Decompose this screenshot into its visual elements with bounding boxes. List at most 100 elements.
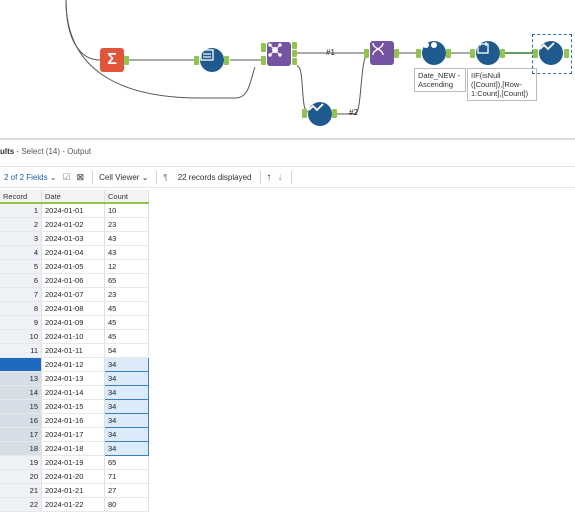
record-cell[interactable]: 10 <box>0 329 42 344</box>
table-row[interactable]: 9 2024-01-09 45 <box>0 315 149 330</box>
join-left-anchor[interactable] <box>261 43 266 52</box>
date-cell[interactable]: 2024-01-03 <box>41 231 105 246</box>
sort-tool[interactable] <box>422 41 446 65</box>
select-output-in-anchor[interactable] <box>533 49 538 58</box>
record-cell[interactable]: 21 <box>0 483 42 498</box>
table-row[interactable]: 8 2024-01-08 45 <box>0 301 149 316</box>
date-cell[interactable]: 2024-01-17 <box>41 427 105 442</box>
column-header-date[interactable]: Date <box>41 190 105 204</box>
results-grid[interactable]: Record Date Count 1 2024-01-01 10 2 2024-01-… <box>0 190 149 512</box>
date-cell[interactable]: 2024-01-12 <box>41 357 105 372</box>
arrow-up-icon[interactable]: ↑ <box>267 172 272 183</box>
record-cell[interactable]: 1 <box>0 203 42 218</box>
date-cell[interactable]: 2024-01-18 <box>41 441 105 456</box>
date-cell[interactable]: 2024-01-20 <box>41 469 105 484</box>
record-cell[interactable]: 11 <box>0 343 42 358</box>
table-row[interactable]: 22 2024-01-22 80 <box>0 497 149 512</box>
record-cell[interactable]: 7 <box>0 287 42 302</box>
table-row[interactable]: 4 2024-01-04 43 <box>0 245 149 260</box>
cell-viewer-dropdown[interactable]: Cell Viewer ⌄ <box>99 173 148 182</box>
count-cell[interactable]: 34 <box>104 385 149 400</box>
fields-dropdown[interactable]: 2 of 2 Fields ⌄ <box>4 173 57 182</box>
table-row[interactable]: 10 2024-01-10 45 <box>0 329 149 344</box>
date-cell[interactable]: 2024-01-14 <box>41 385 105 400</box>
table-row[interactable]: 13 2024-01-13 34 <box>0 371 149 386</box>
join-output-j-anchor[interactable] <box>292 50 297 57</box>
formula-input-in-anchor[interactable] <box>194 56 199 65</box>
arrow-down-icon[interactable]: ↓ <box>278 172 283 183</box>
date-cell[interactable]: 2024-01-08 <box>41 301 105 316</box>
sort-in-anchor[interactable] <box>416 49 421 58</box>
count-cell[interactable]: 34 <box>104 427 149 442</box>
count-cell[interactable]: 54 <box>104 343 149 358</box>
record-cell[interactable]: 19 <box>0 455 42 470</box>
count-cell[interactable]: 45 <box>104 329 149 344</box>
date-cell[interactable]: 2024-01-05 <box>41 259 105 274</box>
count-cell[interactable]: 34 <box>104 357 149 372</box>
join-output-l-anchor[interactable] <box>292 42 297 49</box>
count-cell[interactable]: 45 <box>104 301 149 316</box>
join-right-anchor[interactable] <box>261 56 266 65</box>
table-row[interactable]: 16 2024-01-16 34 <box>0 413 149 428</box>
pane-divider[interactable] <box>0 138 575 140</box>
formula-input-tool[interactable] <box>200 48 224 72</box>
date-cell[interactable]: 2024-01-21 <box>41 483 105 498</box>
table-row[interactable]: 12 2024-01-12 34 <box>0 357 149 372</box>
record-cell[interactable]: 20 <box>0 469 42 484</box>
record-cell[interactable]: 9 <box>0 315 42 330</box>
count-cell[interactable]: 43 <box>104 245 149 260</box>
select-tool[interactable] <box>308 102 332 126</box>
date-cell[interactable]: 2024-01-16 <box>41 413 105 428</box>
record-cell[interactable]: 2 <box>0 217 42 232</box>
count-cell[interactable]: 45 <box>104 315 149 330</box>
date-cell[interactable]: 2024-01-01 <box>41 203 105 218</box>
column-header-count[interactable]: Count <box>104 190 149 204</box>
date-cell[interactable]: 2024-01-10 <box>41 329 105 344</box>
record-cell[interactable]: 3 <box>0 231 42 246</box>
date-cell[interactable]: 2024-01-07 <box>41 287 105 302</box>
select-output-tool[interactable] <box>539 41 563 65</box>
join-tool[interactable] <box>267 42 291 66</box>
date-cell[interactable]: 2024-01-06 <box>41 273 105 288</box>
count-cell[interactable]: 23 <box>104 217 149 232</box>
table-row[interactable]: 21 2024-01-21 27 <box>0 483 149 498</box>
multi-row-out-anchor[interactable] <box>394 49 399 58</box>
table-row[interactable]: 1 2024-01-01 10 <box>0 203 149 218</box>
column-header-record[interactable]: Record <box>0 190 42 204</box>
select-in-anchor[interactable] <box>302 109 307 118</box>
table-row[interactable]: 19 2024-01-19 65 <box>0 455 149 470</box>
select-output-out-anchor[interactable] <box>564 49 569 58</box>
workflow-canvas[interactable]: Σ #1 #2 Date_NEW - Ascending IIF(isNull … <box>0 0 575 138</box>
record-cell[interactable]: 13 <box>0 371 42 386</box>
table-row[interactable]: 3 2024-01-03 43 <box>0 231 149 246</box>
grid-toggle-icon[interactable]: ⊠ <box>77 172 85 183</box>
formula-out-anchor[interactable] <box>500 49 505 58</box>
date-cell[interactable]: 2024-01-13 <box>41 371 105 386</box>
date-cell[interactable]: 2024-01-02 <box>41 217 105 232</box>
checkbox-icon[interactable]: ☑ <box>63 172 71 183</box>
formula-in-anchor[interactable] <box>470 49 475 58</box>
table-row[interactable]: 5 2024-01-05 12 <box>0 259 149 274</box>
date-cell[interactable]: 2024-01-09 <box>41 315 105 330</box>
count-cell[interactable]: 23 <box>104 287 149 302</box>
count-cell[interactable]: 34 <box>104 399 149 414</box>
count-cell[interactable]: 12 <box>104 259 149 274</box>
formula-input-out-anchor[interactable] <box>224 56 229 65</box>
count-cell[interactable]: 10 <box>104 203 149 218</box>
pilcrow-icon[interactable]: ¶ <box>163 173 167 182</box>
count-cell[interactable]: 80 <box>104 497 149 512</box>
summarize-output-anchor[interactable] <box>124 56 129 65</box>
record-cell[interactable]: 14 <box>0 385 42 400</box>
record-cell[interactable]: 8 <box>0 301 42 316</box>
date-cell[interactable]: 2024-01-15 <box>41 399 105 414</box>
record-cell[interactable]: 17 <box>0 427 42 442</box>
record-cell[interactable]: 12 <box>0 357 42 372</box>
table-row[interactable]: 17 2024-01-17 34 <box>0 427 149 442</box>
summarize-tool[interactable]: Σ <box>100 48 124 72</box>
record-cell[interactable]: 5 <box>0 259 42 274</box>
date-cell[interactable]: 2024-01-11 <box>41 343 105 358</box>
count-cell[interactable]: 34 <box>104 413 149 428</box>
count-cell[interactable]: 34 <box>104 371 149 386</box>
count-cell[interactable]: 43 <box>104 231 149 246</box>
table-row[interactable]: 7 2024-01-07 23 <box>0 287 149 302</box>
